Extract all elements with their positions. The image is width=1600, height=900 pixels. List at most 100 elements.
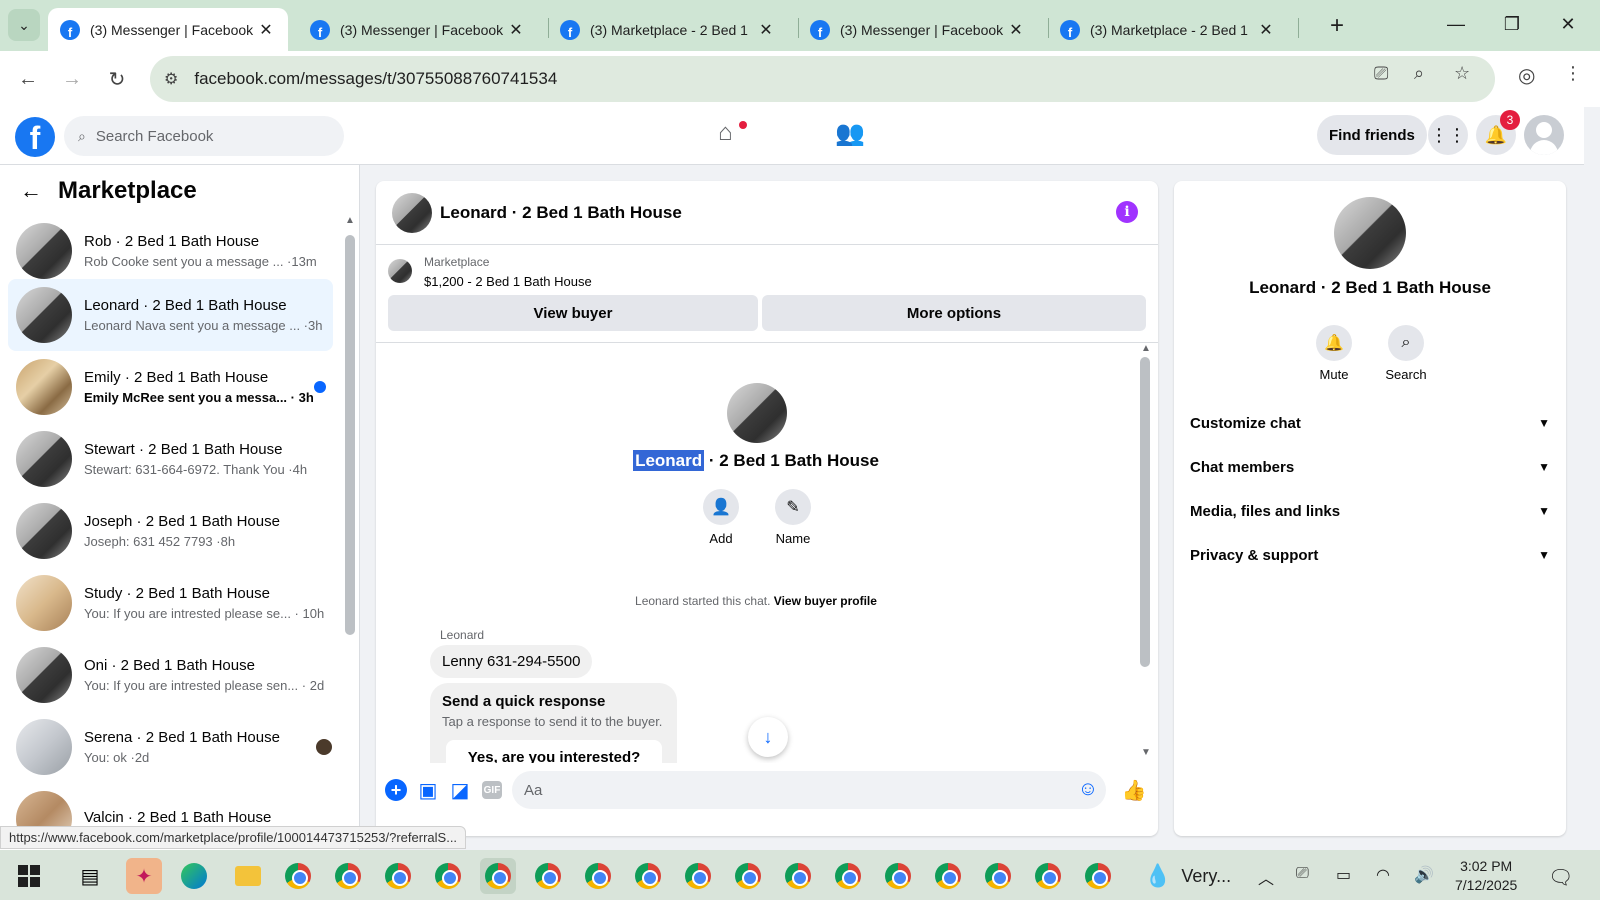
- chrome-icon[interactable]: [880, 858, 916, 894]
- more-actions-plus-icon[interactable]: +: [384, 778, 408, 802]
- windows-start-icon[interactable]: [18, 865, 40, 887]
- info-icon[interactable]: i: [1116, 201, 1138, 223]
- chat-members-section[interactable]: Chat members ▼: [1190, 447, 1550, 487]
- browser-tab-5[interactable]: f (3) Marketplace - 2 Bed 1 ✕: [1048, 8, 1288, 51]
- bookmark-star-icon[interactable]: ☆: [1454, 63, 1470, 84]
- listing-price[interactable]: $1,200 - 2 Bed 1 Bath House: [424, 274, 592, 289]
- weather-widget[interactable]: 💧 Very...: [1144, 863, 1231, 889]
- account-avatar[interactable]: [1524, 115, 1564, 155]
- scroll-up-arrow-icon[interactable]: ▲: [1141, 343, 1151, 354]
- back-arrow-icon[interactable]: ←: [20, 178, 42, 204]
- scroll-to-bottom-arrow-icon[interactable]: ↓: [748, 717, 788, 757]
- chat-title[interactable]: Leonard · 2 Bed 1 Bath House: [440, 203, 682, 223]
- browser-tab-4[interactable]: f (3) Messenger | Facebook ✕: [798, 8, 1038, 51]
- conversation-item[interactable]: Study · 2 Bed 1 Bath House You: If you a…: [8, 567, 333, 639]
- facebook-logo-icon[interactable]: f: [15, 117, 55, 157]
- file-explorer-icon[interactable]: [230, 858, 266, 894]
- privacy-support-section[interactable]: Privacy & support ▼: [1190, 535, 1550, 575]
- close-tab-icon[interactable]: ✕: [756, 20, 776, 40]
- chrome-icon[interactable]: [480, 858, 516, 894]
- browser-menu-icon[interactable]: ⋮: [1564, 63, 1582, 84]
- chrome-icon[interactable]: [630, 858, 666, 894]
- restore-button[interactable]: ❐: [1484, 8, 1540, 40]
- emoji-icon[interactable]: ☺: [1076, 777, 1100, 801]
- forward-button[interactable]: →: [58, 65, 86, 93]
- friends-icon[interactable]: 👥: [835, 119, 865, 148]
- volume-icon[interactable]: 🔊: [1414, 865, 1434, 885]
- quick-response-option[interactable]: Yes, are you interested?: [446, 740, 662, 763]
- address-bar[interactable]: ⚙ facebook.com/messages/t/30755088760741…: [150, 56, 1495, 102]
- chrome-icon[interactable]: [280, 858, 316, 894]
- edge-icon[interactable]: [176, 858, 212, 894]
- minimize-button[interactable]: —: [1428, 8, 1484, 40]
- url-text[interactable]: facebook.com/messages/t/3075508876074153…: [194, 69, 557, 89]
- conversation-item[interactable]: Rob · 2 Bed 1 Bath House Rob Cooke sent …: [8, 215, 333, 287]
- chrome-icon[interactable]: [980, 858, 1016, 894]
- clock[interactable]: 3:02 PM 7/12/2025: [1455, 857, 1517, 895]
- find-friends-button[interactable]: Find friends: [1317, 115, 1427, 155]
- conversation-item[interactable]: Emily · 2 Bed 1 Bath House Emily McRee s…: [8, 351, 333, 423]
- conversation-item[interactable]: Oni · 2 Bed 1 Bath House You: If you are…: [8, 639, 333, 711]
- chrome-icon[interactable]: [730, 858, 766, 894]
- chrome-icon[interactable]: [680, 858, 716, 894]
- back-button[interactable]: ←: [14, 65, 42, 93]
- photo-icon[interactable]: ▣: [416, 778, 440, 802]
- sidebar-scrollbar[interactable]: [345, 235, 355, 635]
- browser-tab-3[interactable]: f (3) Marketplace - 2 Bed 1 ✕: [548, 8, 788, 51]
- media-files-links-section[interactable]: Media, files and links ▼: [1190, 491, 1550, 531]
- zoom-icon[interactable]: ⌕: [1414, 63, 1424, 84]
- new-tab-button[interactable]: +: [1330, 12, 1344, 40]
- conversation-item[interactable]: Stewart · 2 Bed 1 Bath House Stewart: 63…: [8, 423, 333, 495]
- gif-icon[interactable]: GIF: [480, 778, 504, 802]
- wifi-icon[interactable]: ◠: [1376, 865, 1390, 885]
- reload-button[interactable]: ↻: [103, 65, 131, 93]
- view-buyer-button[interactable]: View buyer: [388, 295, 758, 331]
- mute-action[interactable]: 🔔 Mute: [1304, 325, 1364, 382]
- profile-icon[interactable]: ◎: [1518, 63, 1535, 88]
- home-icon[interactable]: ⌂: [718, 119, 733, 147]
- close-tab-icon[interactable]: ✕: [1256, 20, 1276, 40]
- add-people-action[interactable]: 👤 Add: [691, 489, 751, 546]
- install-app-icon[interactable]: ⎚: [1374, 63, 1388, 84]
- close-tab-icon[interactable]: ✕: [1006, 20, 1026, 40]
- battery-icon[interactable]: ▭: [1336, 865, 1351, 885]
- search-in-chat-action[interactable]: ⌕ Search: [1376, 325, 1436, 382]
- chrome-icon[interactable]: [830, 858, 866, 894]
- scroll-down-arrow-icon[interactable]: ▼: [1141, 747, 1151, 758]
- sticker-icon[interactable]: ◪: [448, 778, 472, 802]
- chrome-icon[interactable]: [1030, 858, 1066, 894]
- search-input[interactable]: [95, 127, 316, 145]
- chevron-up-icon[interactable]: ︿: [1258, 865, 1274, 889]
- chrome-icon[interactable]: [1080, 858, 1116, 894]
- view-buyer-profile-link[interactable]: View buyer profile: [774, 594, 877, 608]
- customize-chat-section[interactable]: Customize chat ▼: [1190, 403, 1550, 443]
- like-thumb-icon[interactable]: 👍: [1122, 778, 1147, 802]
- more-options-button[interactable]: More options: [762, 295, 1146, 331]
- browser-tab-1[interactable]: f (3) Messenger | Facebook ✕: [48, 8, 288, 51]
- facebook-search[interactable]: ⌕: [64, 116, 344, 156]
- close-window-button[interactable]: ✕: [1540, 8, 1596, 40]
- chat-avatar[interactable]: [392, 193, 432, 233]
- menu-grid-icon[interactable]: ⋮⋮: [1428, 115, 1468, 155]
- message-input[interactable]: [512, 771, 1106, 809]
- chrome-icon[interactable]: [930, 858, 966, 894]
- browser-tab-2[interactable]: f (3) Messenger | Facebook ✕: [298, 8, 538, 51]
- conversation-item[interactable]: Serena · 2 Bed 1 Bath House You: ok ·2d: [8, 711, 333, 783]
- page-scrollbar[interactable]: [1584, 107, 1600, 850]
- conversation-item[interactable]: Joseph · 2 Bed 1 Bath House Joseph: 631 …: [8, 495, 333, 567]
- close-tab-icon[interactable]: ✕: [256, 20, 276, 40]
- chrome-icon[interactable]: [380, 858, 416, 894]
- task-view-icon[interactable]: ▤: [72, 858, 108, 894]
- rename-action[interactable]: ✎ Name: [763, 489, 823, 546]
- chrome-icon[interactable]: [530, 858, 566, 894]
- scroll-up-arrow-icon[interactable]: ▲: [345, 215, 355, 226]
- tab-search-menu-button[interactable]: ⌄: [8, 9, 40, 41]
- copilot-icon[interactable]: ✦: [126, 858, 162, 894]
- site-info-icon[interactable]: ⚙: [164, 69, 178, 89]
- chrome-icon[interactable]: [780, 858, 816, 894]
- thread-scrollbar[interactable]: [1140, 357, 1150, 667]
- notification-center-icon[interactable]: 🗨: [1548, 865, 1573, 890]
- message-bubble[interactable]: Lenny 631-294-5500: [430, 645, 593, 678]
- display-icon[interactable]: ⎚: [1296, 865, 1309, 883]
- chrome-icon[interactable]: [330, 858, 366, 894]
